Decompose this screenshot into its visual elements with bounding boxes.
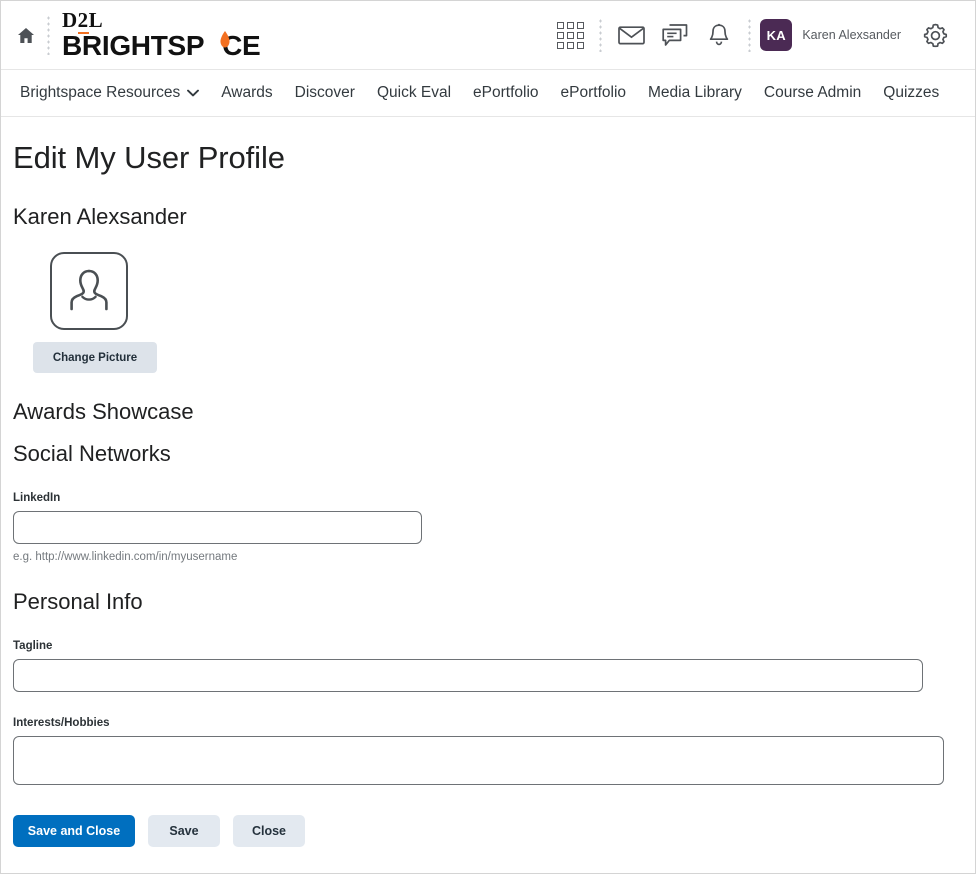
nav-label: Media Library	[648, 84, 742, 101]
nav-label: ePortfolio	[560, 84, 627, 101]
nav-item-course-admin[interactable]: Course Admin	[753, 70, 872, 116]
nav-label: Quick Eval	[376, 84, 452, 101]
close-button[interactable]: Close	[233, 815, 305, 847]
nav-label: Brightspace Resources	[20, 84, 181, 101]
logo-d2l-text: D2L	[62, 8, 104, 34]
icon-divider-dots-1	[599, 18, 603, 52]
username-label[interactable]: Karen Alexsander	[802, 28, 901, 42]
section-title-social-networks: Social Networks	[13, 441, 171, 466]
home-icon[interactable]	[9, 15, 43, 55]
nav-label: ePortfolio	[473, 84, 539, 101]
nav-item-quizzes[interactable]: Quizzes	[872, 70, 950, 116]
linkedin-label: LinkedIn	[13, 492, 61, 504]
tagline-label: Tagline	[13, 640, 53, 652]
icon-divider-dots-2	[748, 18, 752, 52]
tagline-input[interactable]	[13, 659, 923, 692]
interests-hobbies-input[interactable]	[13, 736, 944, 785]
nav-label: Discover	[294, 84, 355, 101]
chevron-down-icon	[187, 70, 200, 116]
waffle-grid-squares	[556, 21, 584, 49]
nav-label: Course Admin	[763, 84, 862, 101]
profile-picture-zone: Change Picture	[13, 252, 963, 373]
save-button[interactable]: Save	[148, 815, 220, 847]
form-action-buttons: Save and Close Save Close	[13, 815, 963, 861]
chat-bubbles-icon[interactable]	[653, 13, 697, 57]
header-divider-dots	[47, 15, 50, 55]
app-header: D2L BRIGHTSPACE	[1, 1, 975, 70]
nav-item-eportfolio-1[interactable]: ePortfolio	[462, 70, 549, 116]
linkedin-input[interactable]	[13, 511, 422, 544]
change-picture-button[interactable]: Change Picture	[33, 342, 157, 373]
nav-item-discover[interactable]: Discover	[284, 70, 366, 116]
waffle-grid-icon[interactable]	[548, 13, 592, 57]
page-title: Edit My User Profile	[13, 140, 285, 175]
envelope-icon[interactable]	[609, 13, 653, 57]
nav-item-brightspace-resources[interactable]: Brightspace Resources	[9, 70, 210, 116]
nav-item-media-library[interactable]: Media Library	[637, 70, 753, 116]
nav-item-eportfolio-2[interactable]: ePortfolio	[550, 70, 637, 116]
nav-label: Awards	[221, 84, 273, 101]
main-content: Edit My User Profile Karen Alexsander Ch…	[1, 140, 975, 861]
profile-person-name: Karen Alexsander	[13, 204, 187, 229]
main-nav: Brightspace Resources Awards Discover Qu…	[1, 70, 975, 117]
logo-brightspace-text: BRIGHTSPACE	[62, 30, 261, 61]
nav-item-quick-eval[interactable]: Quick Eval	[366, 70, 462, 116]
brightspace-logo[interactable]: D2L BRIGHTSPACE	[62, 8, 261, 61]
linkedin-hint: e.g. http://www.linkedin.com/in/myuserna…	[13, 551, 238, 563]
gear-icon[interactable]	[913, 13, 957, 57]
nav-item-awards[interactable]: Awards	[210, 70, 283, 116]
interests-label: Interests/Hobbies	[13, 717, 110, 729]
browser-page: D2L BRIGHTSPACE	[0, 0, 976, 874]
header-icon-group: KA Karen Alexsander	[548, 13, 957, 57]
flame-icon	[220, 31, 230, 48]
bell-icon[interactable]	[697, 13, 741, 57]
save-and-close-button[interactable]: Save and Close	[13, 815, 135, 847]
nav-label: Quizzes	[883, 84, 940, 101]
section-title-awards-showcase: Awards Showcase	[13, 399, 194, 424]
logo-text-pre: BRIGHTSP	[62, 30, 203, 61]
section-title-personal-info: Personal Info	[13, 589, 143, 614]
avatar[interactable]: KA	[760, 19, 793, 51]
profile-avatar-placeholder-icon[interactable]	[50, 252, 128, 330]
